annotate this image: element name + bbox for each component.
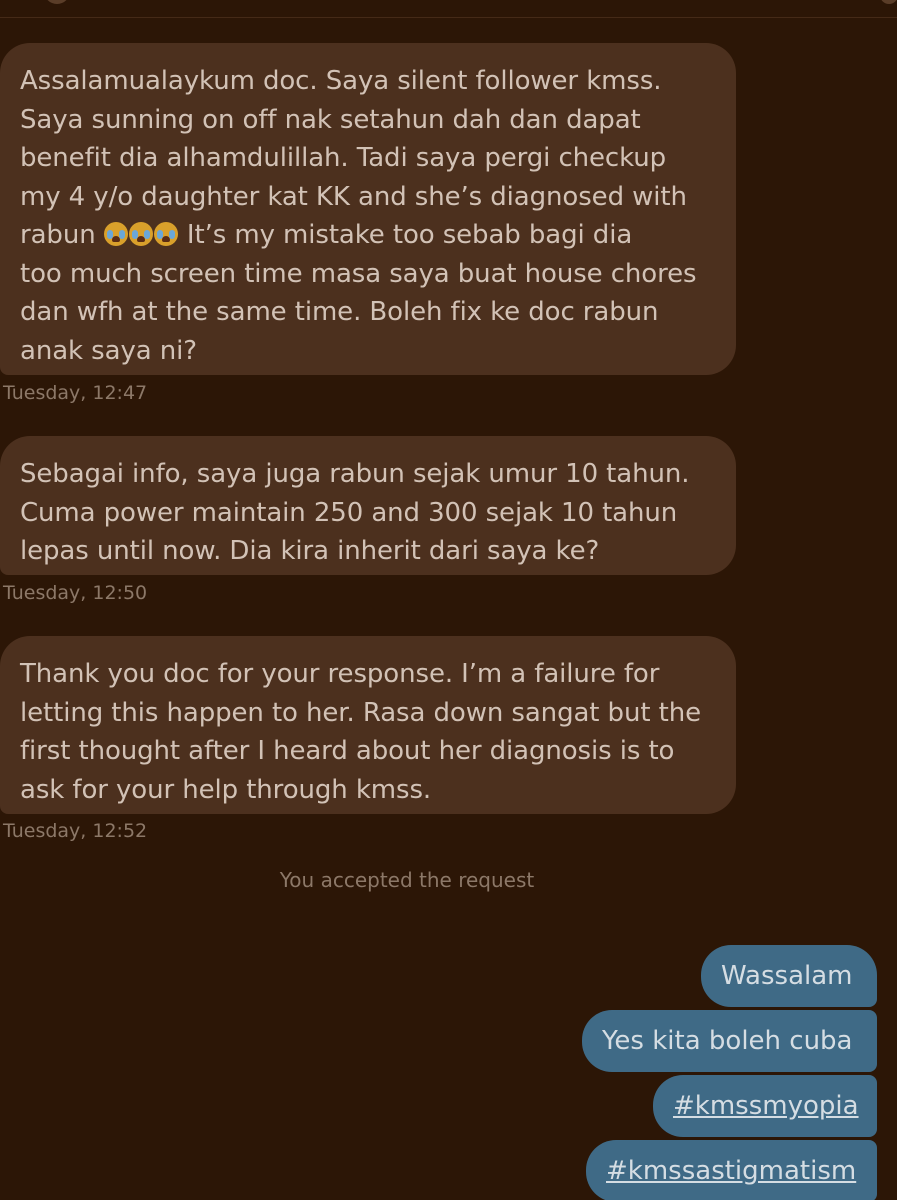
message-text: Sebagai info, saya juga rabun sejak umur…	[20, 459, 690, 566]
outgoing-message-bubble[interactable]: Wassalam	[701, 945, 877, 1007]
request-accepted-note: You accepted the request	[279, 868, 535, 892]
loudly-crying-face-icon	[103, 222, 128, 246]
loudly-crying-face-icon	[128, 222, 153, 246]
outgoing-message-bubble[interactable]: #kmssmyopia	[653, 1075, 877, 1137]
message-timestamp: Tuesday, 12:52	[3, 820, 148, 842]
dm-conversation: Assalamualaykum doc. Saya silent followe…	[0, 0, 897, 1200]
message-timestamp: Tuesday, 12:47	[3, 382, 148, 404]
message-timestamp: Tuesday, 12:50	[3, 582, 148, 604]
conversation-header	[0, 0, 897, 18]
message-text: Wassalam	[721, 961, 853, 991]
outgoing-message-bubble[interactable]: Yes kita boleh cuba	[582, 1010, 877, 1072]
incoming-message-bubble[interactable]: Sebagai info, saya juga rabun sejak umur…	[0, 436, 736, 575]
incoming-message-bubble[interactable]: Assalamualaykum doc. Saya silent followe…	[0, 43, 736, 375]
incoming-message-bubble[interactable]: Thank you doc for your response. I’m a f…	[0, 636, 736, 814]
message-text: Thank you doc for your response. I’m a f…	[20, 659, 701, 805]
info-icon[interactable]	[880, 0, 897, 4]
hashtag-link[interactable]: #kmssastigmatism	[606, 1156, 856, 1186]
avatar[interactable]	[44, 0, 70, 4]
hashtag-link[interactable]: #kmssmyopia	[673, 1091, 859, 1121]
message-text: Yes kita boleh cuba	[602, 1026, 853, 1056]
outgoing-message-bubble[interactable]: #kmssastigmatism	[586, 1140, 877, 1200]
loudly-crying-face-icon	[153, 222, 178, 246]
